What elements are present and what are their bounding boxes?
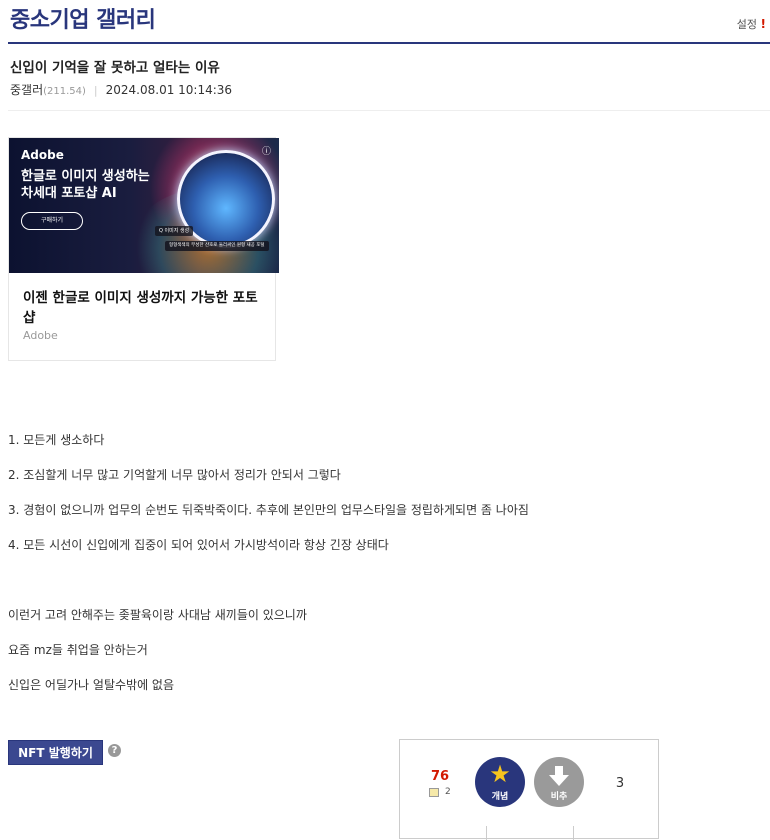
ad-headline-line2: 차세대 포토샵 AI [21,186,117,201]
help-icon[interactable]: ? [108,744,121,757]
ad-headline-line1: 한글로 이미지 생성하는 [21,169,150,184]
upvote-count: 76 [430,769,450,784]
body-line-2: 2. 조심할게 너무 많고 기억할게 너무 많아서 정리가 안되서 그렇다 [8,468,341,482]
body-line-3: 3. 경험이 없으니까 업무의 순번도 뒤죽박죽이다. 추후에 본인만의 업무스… [8,503,529,517]
ad-headline: 한글로 이미지 생성하는 차세대 포토샵 AI [21,168,171,202]
body-line-4: 4. 모든 시선이 신입에게 집중이 되어 있어서 가시방석이라 항상 긴장 상… [8,538,389,552]
ad-prompt-text-chip: 형형색색의 무성한 산호로 둘러싸인 원형 새공 포털 [165,241,269,251]
meta-separator: | [93,84,98,97]
vote-divider [486,826,487,840]
post-header: 신입이 기억을 잘 못하고 얼타는 이유 중갤러(211.54) | 2024.08… [8,56,770,111]
ad-card[interactable]: Adobe 한글로 이미지 생성하는 차세대 포토샵 AI 구매하기 ⓘ Q 이… [8,137,279,361]
vote-divider [573,826,574,840]
body-line-6: 요즘 mz들 취업을 안하는거 [8,643,148,657]
ad-caption[interactable]: 이젠 한글로 이미지 생성까지 가능한 포토샵 [23,288,268,328]
ad-banner-image[interactable]: Adobe 한글로 이미지 생성하는 차세대 포토샵 AI 구매하기 ⓘ Q 이… [9,138,279,273]
post-author[interactable]: 중갤러 [10,83,43,97]
post-author-ip: (211.54) [43,86,86,97]
fixed-upvote-count: 2 [445,787,451,797]
upvote-button[interactable]: ★ 개념 [475,757,525,807]
nft-mint-button[interactable]: NFT 발행하기 [8,740,103,765]
settings-alert-marker: ! [760,17,766,31]
ad-cta-button[interactable]: 구매하기 [21,212,83,230]
body-line-5: 이런거 고려 안해주는 좆팔육이랑 사대남 새끼들이 있으니까 [8,608,307,622]
downvote-label: 비추 [550,792,568,802]
ad-source: Adobe [23,329,58,342]
down-arrow-icon [549,766,569,786]
body-line-1: 1. 모든게 생소하다 [8,433,105,447]
upvote-label: 개념 [491,792,509,802]
ad-brand-logo: Adobe [21,148,64,162]
post-meta: 중갤러(211.54) | 2024.08.01 10:14:36 [10,81,232,98]
body-line-7: 신입은 어딜가나 얼탈수밖에 없음 [8,678,175,692]
downvote-count: 3 [615,776,625,791]
ad-prompt-chip: Q 이미지 생성 [155,226,194,236]
vote-box: 76 2 ★ 개념 비추 3 [399,739,659,840]
fixed-upvote-icon [429,788,439,797]
star-icon: ★ [489,760,511,788]
gallery-title[interactable]: 중소기업 갤러리 [10,2,156,34]
post-title: 신입이 기억을 잘 못하고 얼타는 이유 [10,60,220,76]
settings-link[interactable]: 설정 ! [737,16,766,32]
gallery-header: 중소기업 갤러리 설정 ! [8,0,770,44]
post-datetime: 2024.08.01 10:14:36 [105,83,233,97]
downvote-button[interactable]: 비추 [534,757,584,807]
settings-label: 설정 [736,18,758,31]
ad-info-icon[interactable]: ⓘ [262,144,271,157]
